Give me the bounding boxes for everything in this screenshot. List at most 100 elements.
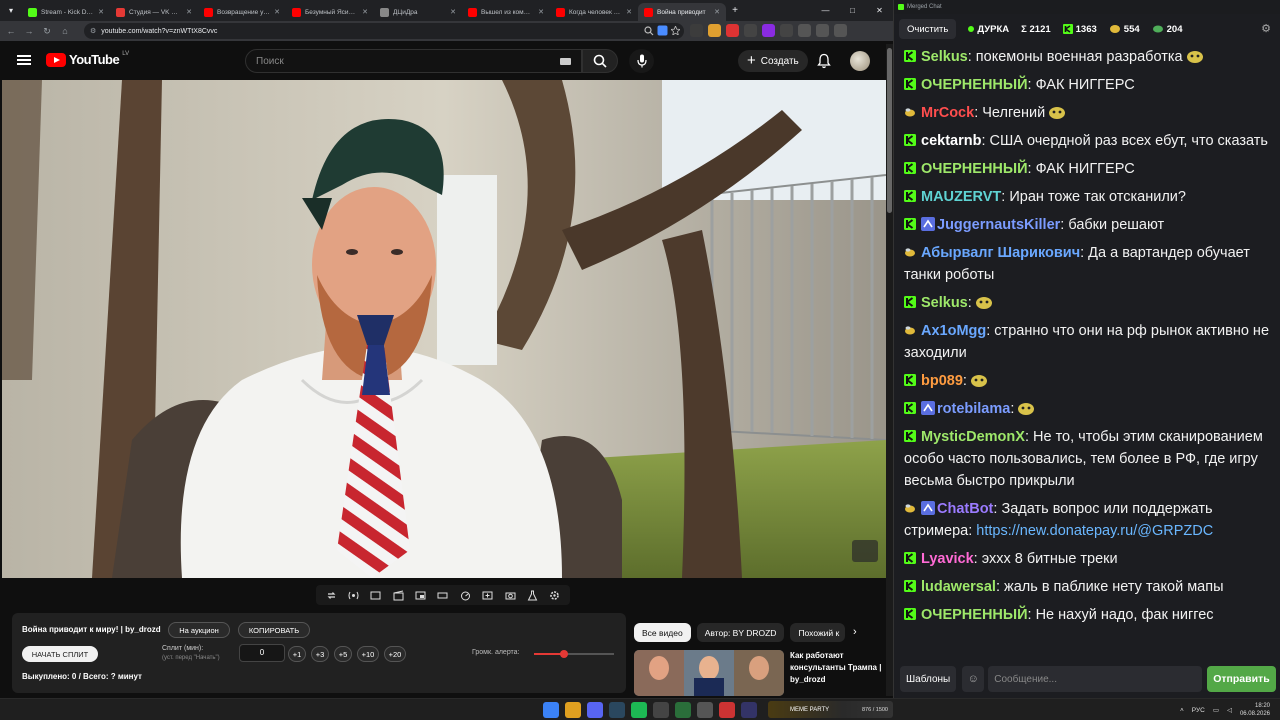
address-bar[interactable]: ⚙ youtube.com/watch?v=znWTtX8Cvvc — [84, 23, 684, 39]
hamburger-menu-icon[interactable] — [17, 53, 31, 67]
chat-username[interactable]: bp089 — [921, 373, 963, 389]
bookmark-star-icon[interactable] — [671, 26, 680, 35]
add-icon[interactable] — [481, 589, 494, 602]
chat-message[interactable]: Selkus: — [904, 292, 1276, 314]
extension-icon[interactable] — [726, 24, 739, 37]
volume-icon[interactable]: ◁ — [1227, 706, 1232, 714]
flask-icon[interactable] — [526, 589, 539, 602]
start-menu-icon[interactable] — [543, 702, 559, 718]
translate-icon[interactable] — [657, 25, 668, 36]
chat-message[interactable]: JuggernautsKiller: бабки решают — [904, 214, 1276, 236]
templates-button[interactable]: Шаблоны — [900, 666, 957, 692]
send-button[interactable]: Отправить — [1207, 666, 1276, 692]
forward-icon[interactable]: → — [22, 26, 36, 36]
tab-search-icon[interactable]: ▾ — [0, 0, 22, 21]
download-icon[interactable] — [798, 24, 811, 37]
alert-volume-slider[interactable] — [534, 650, 614, 658]
obs-icon[interactable] — [653, 702, 669, 718]
discord-icon[interactable] — [587, 702, 603, 718]
chat-message[interactable]: rotebilama: — [904, 398, 1276, 420]
tab-close-icon[interactable]: ✕ — [186, 8, 192, 16]
browser-tab[interactable]: Возвращение укааш ✕ — [198, 3, 286, 21]
chrome-icon[interactable] — [565, 702, 581, 718]
chat-message-list[interactable]: Selkus: покемоны военная разработка ОЧЕРН… — [904, 46, 1276, 656]
app-icon[interactable] — [675, 702, 691, 718]
notifications-bell-icon[interactable] — [816, 53, 832, 69]
settings-gear-icon[interactable] — [548, 589, 561, 602]
tab-close-icon[interactable]: ✕ — [274, 8, 280, 16]
steam-icon[interactable] — [609, 702, 625, 718]
chat-message[interactable]: MAUZERVT: Иран тоже так отсканили? — [904, 186, 1276, 208]
browser-tab[interactable]: Вышел из комы в 20 ✕ — [462, 3, 550, 21]
site-info-icon[interactable]: ⚙ — [90, 27, 96, 35]
create-button[interactable]: + Создать — [738, 50, 808, 72]
chip-all-videos[interactable]: Все видео — [634, 623, 691, 642]
chat-username[interactable]: Selkus — [921, 49, 968, 65]
tab-close-icon[interactable]: ✕ — [362, 8, 368, 16]
menu-icon[interactable] — [834, 24, 847, 37]
browser-tab[interactable]: Война приводит ✕ — [638, 3, 726, 21]
chat-username[interactable]: Lyavick — [921, 551, 974, 567]
close-window-icon[interactable]: ✕ — [866, 0, 893, 21]
broadcast-icon[interactable] — [347, 589, 360, 602]
tab-close-icon[interactable]: ✕ — [450, 8, 456, 16]
app-icon[interactable] — [697, 702, 713, 718]
network-icon[interactable]: ▭ — [1213, 706, 1219, 714]
tab-close-icon[interactable]: ✕ — [538, 8, 544, 16]
minimize-icon[interactable]: — — [812, 0, 839, 21]
browser-tab[interactable]: Stream - Kick Dashboa ✕ — [22, 3, 110, 21]
pip-icon[interactable] — [414, 589, 427, 602]
browser-tab[interactable]: Безумный Ясир Нико ✕ — [286, 3, 374, 21]
chat-username[interactable]: Абырвалг Шарикович — [921, 245, 1080, 261]
avatar[interactable] — [850, 51, 870, 71]
reload-icon[interactable]: ↻ — [40, 26, 54, 37]
chat-username[interactable]: MrCock — [921, 105, 974, 121]
increment-10-button[interactable]: +10 — [357, 646, 379, 662]
chat-username[interactable]: ludawersal — [921, 579, 996, 595]
home-icon[interactable]: ⌂ — [58, 26, 72, 36]
chat-username[interactable]: cektarnb — [921, 133, 981, 149]
chat-message[interactable]: ОЧЕРНЕННЫЙ: ФАК НИГГЕРС — [904, 74, 1276, 96]
keyboard-icon[interactable] — [560, 58, 571, 65]
tab-close-icon[interactable]: ✕ — [98, 8, 104, 16]
scrollbar-thumb[interactable] — [887, 48, 892, 213]
chip-similar[interactable]: Похожий к — [790, 623, 846, 642]
chat-message[interactable]: ОЧЕРНЕННЫЙ: Не нахуй надо, фак ниггес — [904, 604, 1276, 626]
increment-1-button[interactable]: +1 — [288, 646, 306, 662]
voice-search-button[interactable] — [629, 49, 654, 73]
chat-message[interactable]: MrCock: Челгений — [904, 102, 1276, 124]
browser-tab[interactable]: Студия — VK Видео | ✕ — [110, 3, 198, 21]
message-input[interactable]: Сообщение... — [988, 666, 1203, 692]
clear-chat-button[interactable]: Очистить — [899, 19, 957, 39]
chat-username[interactable]: MysticDemonX — [921, 429, 1025, 445]
clapper-icon[interactable] — [392, 589, 405, 602]
split-minutes-input[interactable]: 0 — [239, 644, 285, 662]
chat-username[interactable]: ОЧЕРНЕННЫЙ — [921, 77, 1028, 93]
spotify-icon[interactable] — [631, 702, 647, 718]
chat-settings-gear-icon[interactable]: ⚙ — [1261, 22, 1271, 35]
chat-message[interactable]: ChatBot: Задать вопрос или поддержать ст… — [904, 498, 1276, 542]
chat-username[interactable]: Ax1oMgg — [921, 323, 986, 339]
alert-volume-knob[interactable] — [560, 650, 569, 658]
zoom-icon[interactable] — [644, 26, 654, 36]
language-indicator[interactable]: РУС — [1192, 707, 1205, 714]
auction-button[interactable]: На аукцион — [168, 622, 230, 638]
chat-message[interactable]: Абырвалг Шарикович: Да а вартандер обуча… — [904, 242, 1276, 286]
cinema-mode-icon[interactable] — [436, 589, 449, 602]
chat-username[interactable]: ChatBot — [937, 501, 993, 517]
chat-username[interactable]: rotebilama — [937, 401, 1010, 417]
tab-close-icon[interactable]: ✕ — [626, 8, 632, 16]
chevron-right-icon[interactable]: › — [853, 626, 857, 638]
chat-message[interactable]: cektarnb: США очердной раз всех ебут, чт… — [904, 130, 1276, 152]
extension-icon[interactable] — [762, 24, 775, 37]
extension-icon[interactable] — [708, 24, 721, 37]
speedometer-icon[interactable] — [459, 589, 472, 602]
clock[interactable]: 18:20 06.08.2026 — [1240, 702, 1270, 718]
increment-3-button[interactable]: +3 — [311, 646, 329, 662]
profile-icon[interactable] — [816, 24, 829, 37]
increment-5-button[interactable]: +5 — [334, 646, 352, 662]
tab-close-icon[interactable]: ✕ — [714, 8, 720, 16]
browser-tab[interactable]: ДЦиДра ✕ — [374, 3, 462, 21]
new-tab-button[interactable]: + — [726, 5, 744, 16]
search-button[interactable] — [582, 49, 618, 73]
